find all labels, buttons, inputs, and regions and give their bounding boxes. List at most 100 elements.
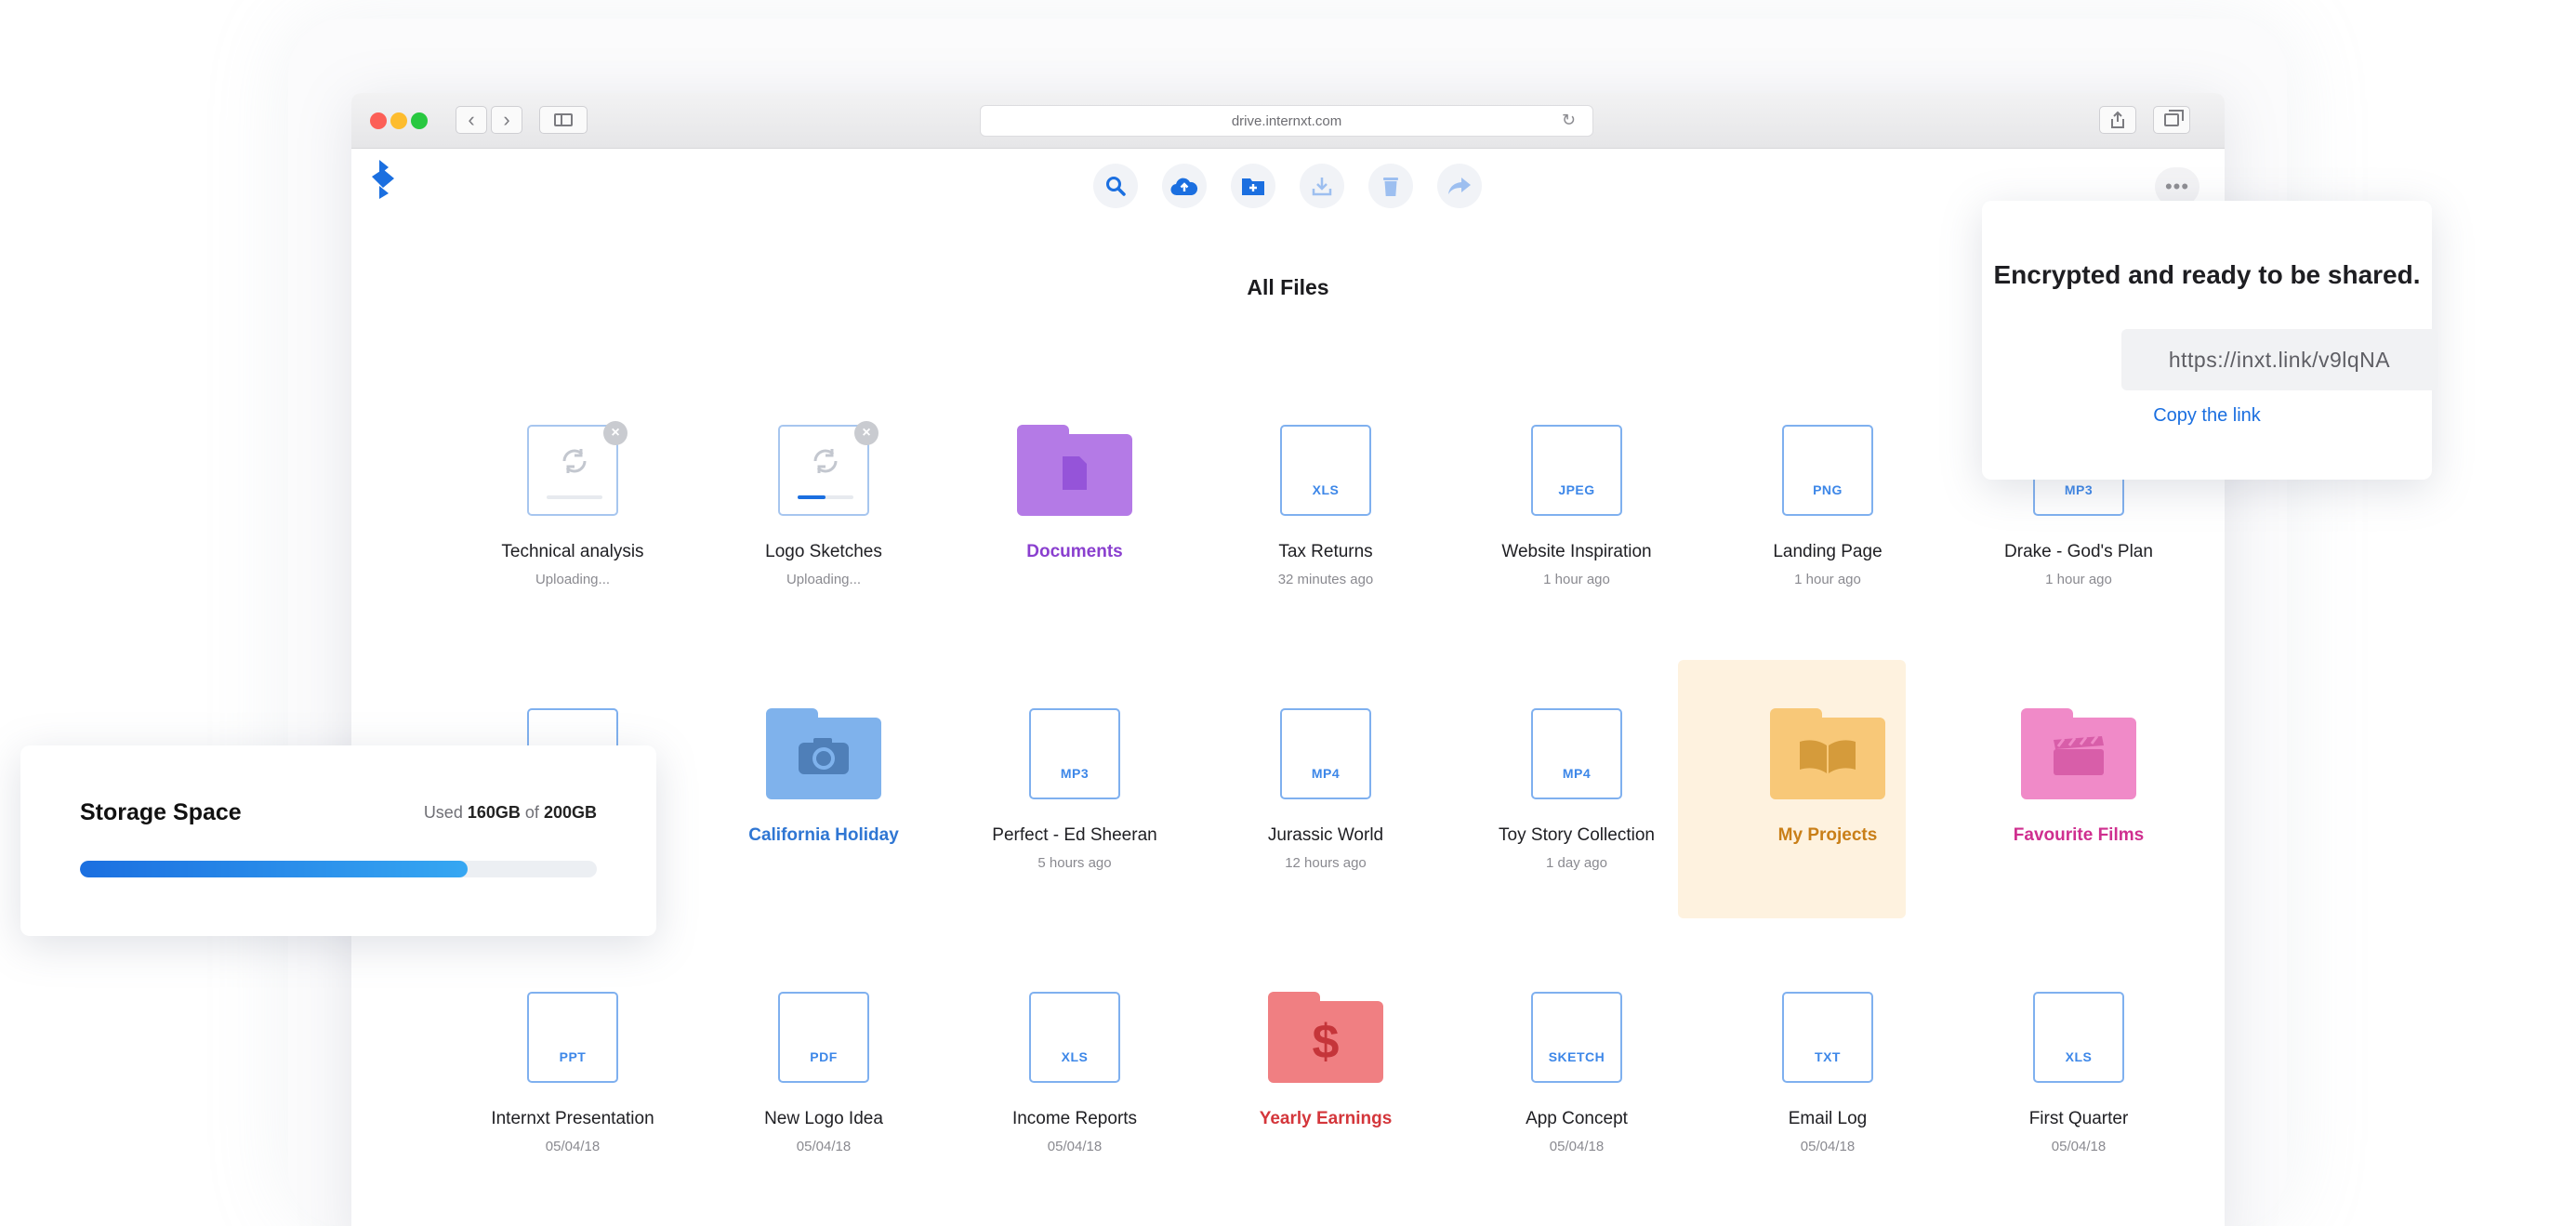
file-item[interactable]: PPT Internxt Presentation 05/04/18 (452, 981, 694, 1154)
folder-body (2021, 718, 2136, 799)
file-item[interactable]: TXT Email Log 05/04/18 (1707, 981, 1949, 1154)
file-extension-label: MP4 (1311, 766, 1341, 781)
zoom-window-button[interactable] (411, 112, 428, 129)
file-extension-label: TXT (1815, 1049, 1841, 1064)
document-icon: SKETCH (1531, 992, 1622, 1083)
document-icon: PDF (778, 992, 869, 1083)
download-icon (1312, 178, 1332, 196)
file-name: Website Inspiration (1501, 542, 1652, 561)
search-icon (1106, 177, 1126, 196)
copy-link-button[interactable]: Copy the link (1982, 405, 2432, 427)
upload-button[interactable] (1162, 164, 1207, 208)
chevron-left-icon: ‹ (468, 108, 475, 131)
file-meta: 12 hours ago (1285, 855, 1367, 871)
address-bar[interactable]: drive.internxt.com ↻ (980, 105, 1593, 137)
document-icon: XLS (2033, 992, 2124, 1083)
download-button[interactable] (1300, 164, 1344, 208)
file-meta: 1 day ago (1546, 855, 1607, 871)
file-meta: 5 hours ago (1037, 855, 1112, 871)
share-link-field[interactable]: https://inxt.link/v9lqNA (2121, 329, 2437, 390)
file-icon-wrap: × (703, 414, 945, 516)
tabs-overview-button[interactable] (2153, 106, 2190, 134)
file-item[interactable]: MP3 Perfect - Ed Sheeran 5 hours ago (954, 697, 1196, 871)
document-icon (1059, 455, 1090, 496)
document-icon: MP4 (1531, 708, 1622, 799)
new-folder-button[interactable] (1231, 164, 1275, 208)
file-icon-wrap: MP3 (954, 697, 1196, 799)
cancel-upload-icon[interactable]: × (603, 421, 627, 445)
file-meta: 05/04/18 (2051, 1139, 2107, 1154)
reload-icon[interactable]: ↻ (1562, 111, 1576, 130)
folder-icon (1770, 708, 1885, 799)
file-name: Jurassic World (1267, 825, 1384, 845)
minimize-window-button[interactable] (390, 112, 407, 129)
forward-button[interactable]: › (491, 106, 522, 134)
file-icon-wrap: XLS (1205, 414, 1447, 516)
file-name: Tax Returns (1278, 542, 1373, 561)
file-item[interactable]: PDF New Logo Idea 05/04/18 (703, 981, 945, 1154)
file-icon-wrap: TXT (1707, 981, 1949, 1083)
browser-share-button[interactable] (2099, 106, 2136, 134)
cancel-upload-icon[interactable]: × (854, 421, 878, 445)
file-extension-label: MP3 (1060, 766, 1090, 781)
file-meta: 05/04/18 (1047, 1139, 1103, 1154)
file-name: California Holiday (748, 825, 899, 845)
folder-item[interactable]: Favourite Films (1958, 697, 2200, 855)
file-item[interactable]: MP4 Toy Story Collection 1 day ago (1456, 697, 1698, 871)
file-extension-label: MP3 (2064, 482, 2094, 497)
folder-body (1017, 434, 1132, 516)
folder-icon (2021, 708, 2136, 799)
file-name: First Quarter (2028, 1109, 2129, 1128)
document-icon: XLS (1029, 992, 1120, 1083)
sidebar-toggle-button[interactable] (539, 106, 588, 134)
file-extension-label: XLS (1312, 482, 1340, 497)
file-item[interactable]: × Logo Sketches Uploading... (703, 414, 945, 587)
file-item[interactable]: MP4 Jurassic World 12 hours ago (1205, 697, 1447, 871)
file-icon-wrap (703, 697, 945, 799)
storage-progress-fill (80, 861, 468, 877)
file-icon-wrap: SKETCH (1456, 981, 1698, 1083)
document-icon: XLS (1280, 425, 1371, 516)
file-name: Logo Sketches (765, 542, 882, 561)
upload-progress-fill (798, 495, 826, 499)
file-icon-wrap (954, 414, 1196, 516)
back-button[interactable]: ‹ (456, 106, 487, 134)
file-item[interactable]: XLS Tax Returns 32 minutes ago (1205, 414, 1447, 587)
file-name: Internxt Presentation (491, 1109, 654, 1128)
file-name: Technical analysis (501, 542, 644, 561)
file-icon-wrap: × (452, 414, 694, 516)
share-box-icon (2111, 111, 2124, 128)
folder-item[interactable]: California Holiday (703, 697, 945, 855)
delete-button[interactable] (1368, 164, 1413, 208)
folder-item[interactable]: Documents (954, 414, 1196, 572)
file-meta: 1 hour ago (1794, 572, 1861, 587)
folder-body (766, 718, 881, 799)
sidebar-icon (554, 113, 573, 126)
url-text: drive.internxt.com (1231, 112, 1342, 129)
file-item[interactable]: SKETCH App Concept 05/04/18 (1456, 981, 1698, 1154)
browser-titlebar: ‹ › drive.internxt.com ↻ (351, 93, 2225, 149)
file-item[interactable]: XLS Income Reports 05/04/18 (954, 981, 1196, 1154)
close-window-button[interactable] (370, 112, 387, 129)
storage-total-amount: 200GB (543, 803, 597, 822)
file-name: Documents (1026, 542, 1123, 561)
file-meta: 1 hour ago (2045, 572, 2112, 587)
file-item[interactable]: × Technical analysis Uploading... (452, 414, 694, 587)
file-meta: 05/04/18 (796, 1139, 852, 1154)
file-item[interactable]: JPEG Website Inspiration 1 hour ago (1456, 414, 1698, 587)
file-icon-wrap: PNG (1707, 414, 1949, 516)
search-button[interactable] (1093, 164, 1138, 208)
file-name: Drake - God's Plan (2004, 542, 2153, 561)
folder-item[interactable]: My Projects (1707, 697, 1949, 855)
file-icon-wrap: MP4 (1205, 697, 1447, 799)
file-item[interactable]: XLS First Quarter 05/04/18 (1958, 981, 2200, 1154)
sync-icon (808, 443, 843, 479)
document-icon: TXT (1782, 992, 1873, 1083)
file-icon-wrap: PPT (452, 981, 694, 1083)
chevron-right-icon: › (503, 108, 510, 131)
file-meta: 1 hour ago (1543, 572, 1610, 587)
file-icon-wrap: XLS (954, 981, 1196, 1083)
folder-item[interactable]: $ Yearly Earnings (1205, 981, 1447, 1139)
share-button[interactable] (1437, 164, 1482, 208)
file-item[interactable]: PNG Landing Page 1 hour ago (1707, 414, 1949, 587)
